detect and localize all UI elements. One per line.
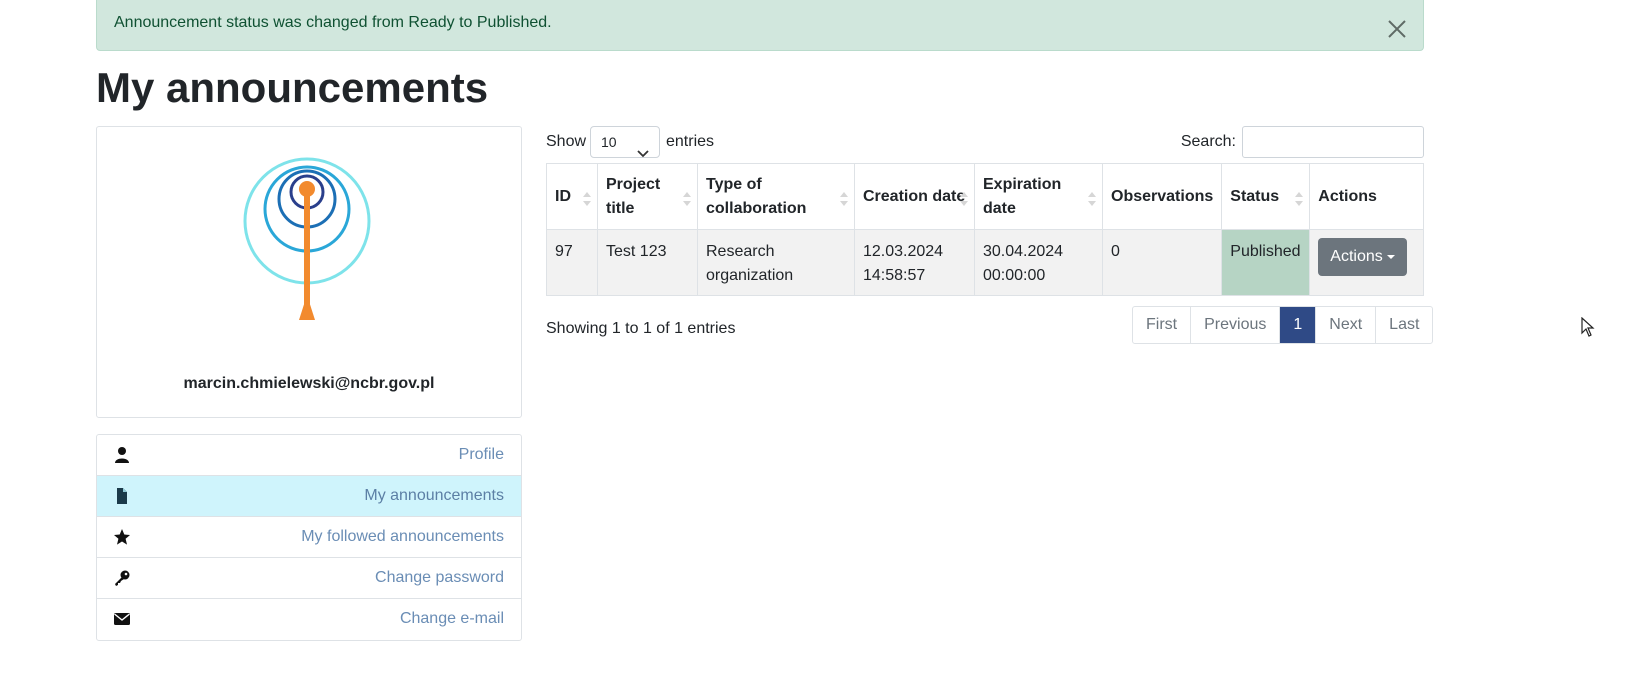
cell-type-of-collaboration: Research organization	[697, 229, 855, 296]
page-first-button[interactable]: First	[1133, 307, 1192, 343]
column-header-observations: Observations	[1101, 163, 1223, 230]
cell-observations: 0	[1101, 229, 1223, 296]
menu-item-change-email[interactable]: Change e-mail	[97, 599, 521, 640]
sort-icon	[1088, 190, 1096, 206]
actions-button-label: Actions	[1330, 248, 1383, 265]
column-header-project-title[interactable]: Project title	[597, 163, 698, 230]
sort-icon	[583, 190, 591, 206]
cell-actions: Actions	[1309, 229, 1424, 296]
envelope-icon	[113, 610, 131, 628]
cell-expiration-date: 30.04.2024 00:00:00	[974, 229, 1103, 296]
sort-icon	[1295, 190, 1304, 206]
menu-item-label: My followed announcements	[301, 528, 504, 545]
datatable-controls: Show 10 entries Search:	[546, 126, 1424, 160]
column-header-expiration-date[interactable]: Expiration date	[974, 163, 1103, 230]
status-badge: Published	[1221, 229, 1311, 296]
close-icon[interactable]	[1387, 12, 1407, 38]
cell-creation-date: 12.03.2024 14:58:57	[854, 229, 975, 296]
show-label: Show	[546, 133, 587, 150]
pagination: First Previous 1 Next Last	[1132, 306, 1434, 344]
menu-item-my-announcements[interactable]: My announcements	[97, 476, 521, 517]
cell-project-title: Test 123	[597, 229, 698, 296]
column-header-status[interactable]: Status	[1221, 163, 1311, 230]
menu-item-change-password[interactable]: Change password	[97, 558, 521, 599]
search-input[interactable]	[1242, 126, 1424, 158]
user-icon	[113, 446, 131, 464]
page-title: My announcements	[96, 64, 489, 111]
page-next-button[interactable]: Next	[1316, 307, 1377, 343]
file-icon	[113, 487, 131, 505]
table-header-row: ID Project title Type of collaboration C…	[546, 163, 1424, 230]
column-header-id[interactable]: ID	[546, 163, 598, 230]
menu-item-label: Change password	[375, 569, 504, 586]
search-label: Search:	[1180, 133, 1236, 150]
actions-dropdown-button[interactable]: Actions	[1318, 238, 1407, 276]
announcements-table: ID Project title Type of collaboration C…	[546, 163, 1424, 296]
page-current-button[interactable]: 1	[1280, 307, 1317, 343]
entries-label: entries	[666, 133, 715, 150]
profile-card: marcin.chmielewski@ncbr.gov.pl	[96, 126, 522, 418]
caret-down-icon	[1386, 255, 1395, 259]
status-alert: Announcement status was changed from Rea…	[96, 0, 1424, 51]
page-last-button[interactable]: Last	[1376, 307, 1432, 343]
alert-message: Announcement status was changed from Rea…	[114, 14, 552, 31]
column-header-label: Actions	[1318, 187, 1377, 205]
column-header-type-of-collaboration[interactable]: Type of collaboration	[697, 163, 855, 230]
column-header-label: Creation date	[863, 187, 966, 205]
key-icon	[113, 569, 131, 587]
menu-item-profile[interactable]: Profile	[97, 435, 521, 476]
entries-length-select[interactable]: 10	[590, 126, 660, 158]
mouse-cursor-icon	[1581, 316, 1595, 342]
column-header-label: ID	[555, 187, 571, 205]
user-email: marcin.chmielewski@ncbr.gov.pl	[183, 375, 435, 392]
sort-icon	[960, 190, 968, 206]
column-header-label: Expiration date	[983, 175, 1062, 217]
column-header-actions: Actions	[1309, 163, 1424, 230]
star-icon	[113, 528, 131, 546]
column-header-label: Observations	[1111, 187, 1214, 205]
sort-icon	[683, 190, 691, 206]
account-menu: Profile My announcements My followed ann…	[96, 434, 522, 641]
column-header-label: Type of collaboration	[706, 175, 807, 217]
page-previous-button[interactable]: Previous	[1191, 307, 1281, 343]
cell-id: 97	[546, 229, 598, 296]
column-header-label: Status	[1230, 187, 1280, 205]
table-row: 97 Test 123 Research organization 12.03.…	[546, 229, 1424, 296]
entries-length-value: 10	[601, 134, 617, 150]
menu-item-label: My announcements	[364, 487, 504, 504]
antenna-logo	[242, 157, 376, 332]
table-info: Showing 1 to 1 of 1 entries	[546, 320, 736, 337]
column-header-creation-date[interactable]: Creation date	[854, 163, 975, 230]
menu-item-label: Change e-mail	[399, 610, 504, 627]
menu-item-label: Profile	[458, 446, 504, 463]
column-header-label: Project title	[606, 175, 661, 217]
menu-item-followed-announcements[interactable]: My followed announcements	[97, 517, 521, 558]
sort-icon	[840, 190, 848, 206]
